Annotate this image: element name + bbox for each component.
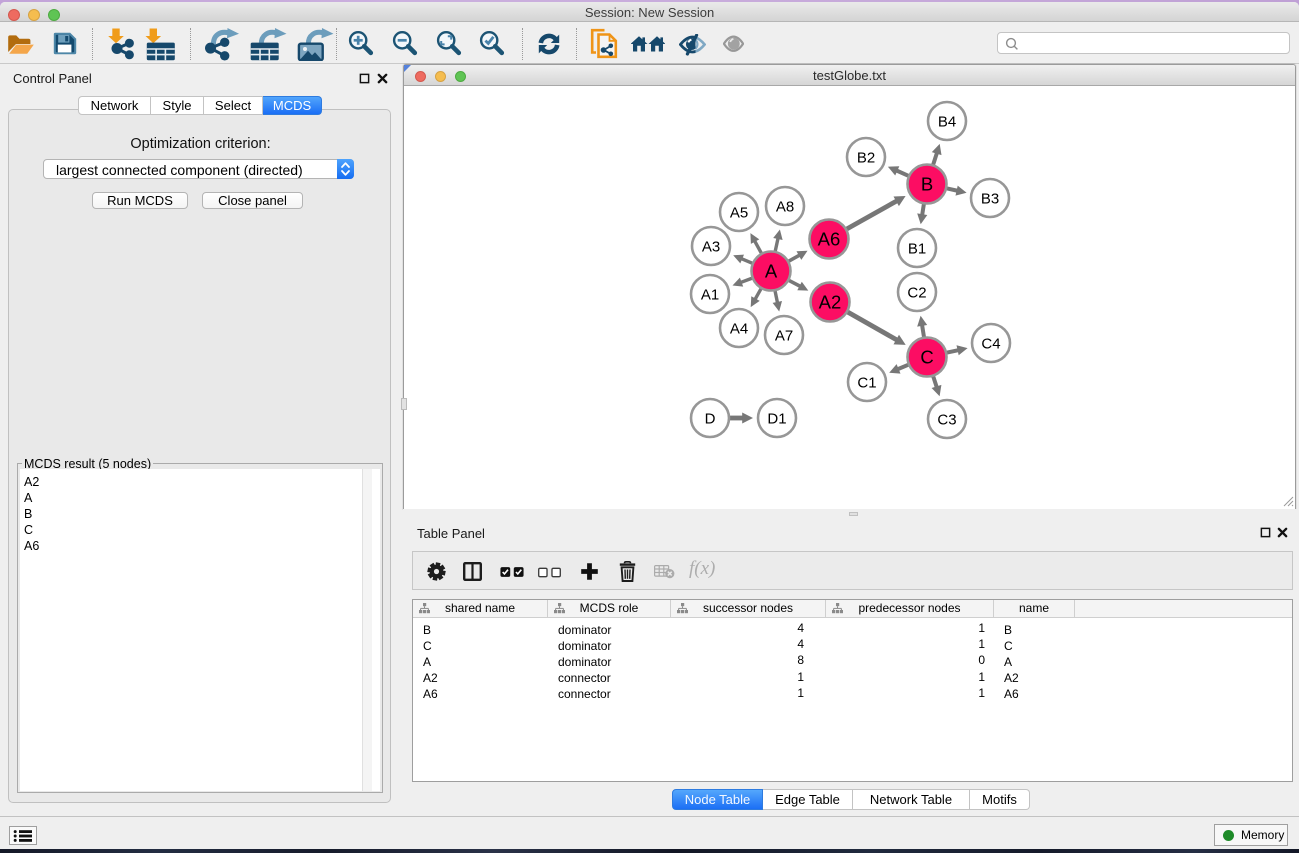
svg-text:A1: A1	[701, 287, 719, 304]
svg-text:A3: A3	[702, 239, 720, 256]
svg-text:C3: C3	[937, 412, 956, 429]
svg-text:C2: C2	[907, 285, 926, 302]
svg-text:D1: D1	[767, 411, 786, 428]
svg-text:C1: C1	[857, 375, 876, 392]
svg-text:A6: A6	[818, 229, 841, 250]
svg-text:C: C	[920, 347, 933, 368]
svg-text:A5: A5	[730, 205, 748, 222]
svg-text:B1: B1	[908, 241, 926, 258]
svg-text:B3: B3	[981, 191, 999, 208]
svg-text:A4: A4	[730, 321, 748, 338]
svg-text:B2: B2	[857, 150, 875, 167]
svg-text:A: A	[765, 261, 778, 282]
svg-text:C4: C4	[981, 336, 1000, 353]
svg-text:A2: A2	[819, 292, 842, 313]
svg-text:A8: A8	[776, 199, 794, 216]
svg-text:D: D	[705, 411, 716, 428]
svg-text:B: B	[921, 174, 933, 195]
svg-text:B4: B4	[938, 114, 956, 131]
svg-text:A7: A7	[775, 328, 793, 345]
